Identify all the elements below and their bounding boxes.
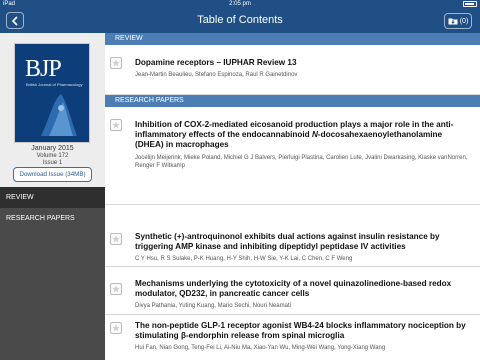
article-authors: C Y Hsu, R S Sulake, P-K Huang, H-Y Shih…: [135, 256, 353, 262]
journal-name: British Journal of Pharmacology: [26, 82, 83, 87]
article-title[interactable]: Mechanisms underlying the cytotoxicity o…: [135, 279, 471, 299]
article-authors: Hui Fan, Nian Gong, Teng-Fei Li, Ai-Niu …: [135, 345, 386, 351]
star-icon: [112, 59, 120, 67]
star-icon: [112, 235, 120, 243]
article-authors: Divya Pathania, Yuting Kuang, Mario Sech…: [135, 303, 291, 309]
article-authors: Jean-Martin Beaulieu, Stefano Espinoza, …: [135, 72, 298, 78]
favorite-button[interactable]: [110, 233, 122, 245]
favorite-button[interactable]: [110, 322, 122, 334]
sidebar: BJP British Journal of Pharmacology Janu…: [0, 33, 105, 360]
article-item[interactable]: Synthetic (+)-antroquinonol exhibits dua…: [105, 205, 480, 267]
download-issue-button[interactable]: Download Issue (34MB): [13, 167, 92, 182]
star-icon: [112, 121, 120, 129]
downloads-button[interactable]: (0): [444, 13, 472, 29]
favorite-button[interactable]: [110, 57, 122, 69]
sidebar-item-research-papers[interactable]: RESEARCH PAPERS: [0, 208, 105, 229]
issue-volume: Volume 172: [36, 153, 69, 159]
article-item[interactable]: Inhibition of COX-2-mediated eicosanoid …: [105, 107, 480, 205]
article-title[interactable]: The non-peptide GLP-1 receptor agonist W…: [135, 321, 471, 341]
download-folder-icon: [448, 18, 458, 25]
section-header-review: REVIEW: [105, 33, 480, 45]
downloads-count: (0): [459, 17, 469, 25]
star-icon: [112, 324, 120, 332]
article-list: REVIEW Dopamine receptors – IUPHAR Revie…: [105, 33, 480, 360]
status-bar: iPad 2:05 pm: [0, 0, 480, 9]
clock: 2:05 pm: [229, 1, 251, 7]
journal-logo: BJP: [25, 56, 62, 82]
nav-bar: Table of Contents (0): [0, 9, 480, 33]
issue-number: Issue 1: [42, 160, 63, 166]
issue-date: January 2015: [31, 145, 74, 152]
section-header-research-papers: RESEARCH PAPERS: [105, 95, 480, 107]
article-title[interactable]: Synthetic (+)-antroquinonol exhibits dua…: [135, 232, 471, 252]
article-authors: Jocelijn Meijerink, Mieke Poland, Michie…: [135, 155, 468, 169]
article-title[interactable]: Dopamine receptors – IUPHAR Review 13: [135, 58, 471, 68]
favorite-button[interactable]: [110, 119, 122, 131]
article-item[interactable]: The non-peptide GLP-1 receptor agonist W…: [105, 315, 480, 360]
journal-cover[interactable]: BJP British Journal of Pharmacology: [14, 43, 90, 143]
article-item[interactable]: Dopamine receptors – IUPHAR Review 13 Je…: [105, 45, 480, 95]
cover-artwork: [41, 94, 77, 136]
star-icon: [112, 285, 120, 293]
page-title: Table of Contents: [197, 14, 283, 26]
status-icons: [463, 0, 477, 7]
sidebar-item-review[interactable]: REVIEW: [0, 187, 105, 208]
favorite-button[interactable]: [110, 283, 122, 295]
article-title[interactable]: Inhibition of COX-2-mediated eicosanoid …: [135, 120, 471, 150]
battery-icon: [463, 1, 477, 7]
article-item[interactable]: Mechanisms underlying the cytotoxicity o…: [105, 267, 480, 315]
issue-panel: BJP British Journal of Pharmacology Janu…: [0, 33, 105, 187]
